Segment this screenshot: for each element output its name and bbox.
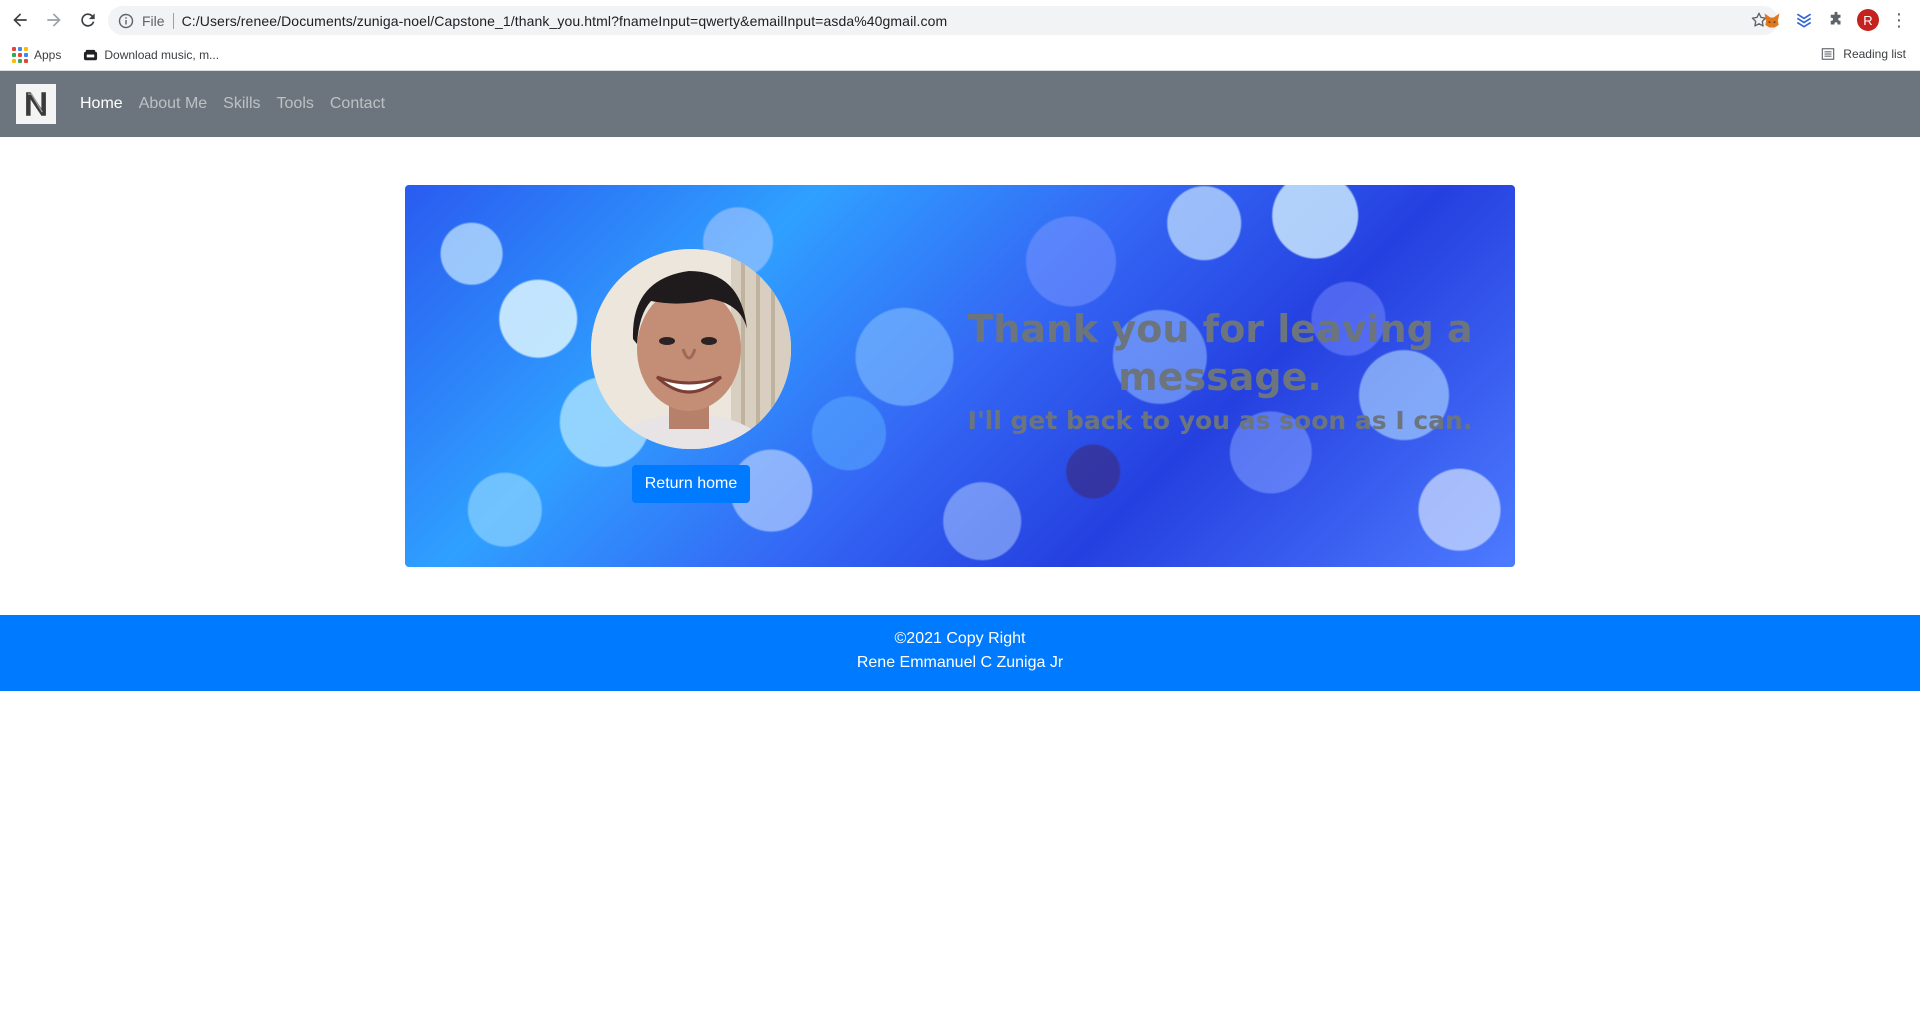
kebab-menu-icon[interactable]: ⋮: [1888, 10, 1910, 31]
nav-link-skills[interactable]: Skills: [223, 95, 260, 113]
brand-logo[interactable]: [16, 84, 56, 124]
bookmark-download-music[interactable]: Download music, m...: [83, 48, 219, 63]
info-icon[interactable]: [118, 13, 134, 29]
bookmarks-bar: Apps Download music, m... Reading list: [0, 40, 1920, 71]
hero-subtitle: I'll get back to you as soon as I can.: [967, 406, 1473, 435]
omnibox-divider: [172, 12, 174, 29]
bookmark-favicon: [84, 49, 98, 60]
arrow-left-icon: [13, 13, 27, 27]
profile-avatar[interactable]: R: [1856, 8, 1880, 32]
profile-initial: R: [1857, 9, 1879, 31]
person-portrait-icon: [591, 249, 791, 449]
forward-button[interactable]: [40, 6, 68, 34]
logo-N-icon: [26, 92, 46, 116]
extensions-area: R ⋮: [1760, 8, 1920, 32]
url-scheme-label: File: [142, 12, 165, 29]
footer-copyright: ©2021 Copy Right: [894, 630, 1026, 647]
reload-button[interactable]: [74, 6, 102, 34]
footer-author: Rene Emmanuel C Zuniga Jr: [856, 654, 1064, 671]
site-navbar: Home About Me Skills Tools Contact: [0, 71, 1920, 137]
nav-link-contact[interactable]: Contact: [330, 95, 385, 113]
reading-list-icon: [1822, 48, 1835, 60]
hero-title: Thank you for leaving a message.: [967, 307, 1473, 399]
puzzle-extensions-icon[interactable]: [1824, 8, 1848, 32]
bookmark-label: Apps: [34, 48, 62, 62]
reload-icon: [81, 13, 95, 27]
nav-links: Home About Me Skills Tools Contact: [80, 95, 401, 113]
nav-link-tools[interactable]: Tools: [277, 95, 314, 113]
fox-extension-icon[interactable]: [1760, 8, 1784, 32]
site-footer: ©2021 Copy Right Rene Emmanuel C Zuniga …: [0, 615, 1920, 691]
url-text[interactable]: C:/Users/renee/Documents/zuniga-noel/Cap…: [182, 13, 948, 29]
nav-link-home[interactable]: Home: [80, 95, 123, 113]
apps-grid-icon: [12, 47, 28, 63]
arrow-right-icon: [47, 13, 61, 27]
reading-list-button[interactable]: Reading list: [1821, 47, 1906, 61]
chevrons-extension-icon[interactable]: [1792, 8, 1816, 32]
hero-jumbotron: Return home Thank you for leaving a mess…: [405, 185, 1515, 567]
hero-text-block: Thank you for leaving a message. I'll ge…: [965, 305, 1475, 439]
address-bar[interactable]: File C:/Users/renee/Documents/zuniga-noe…: [108, 6, 1778, 35]
reading-list-label: Reading list: [1843, 47, 1906, 61]
profile-photo: [591, 249, 791, 449]
nav-link-about-me[interactable]: About Me: [139, 95, 207, 113]
back-button[interactable]: [6, 6, 34, 34]
bookmark-label: Download music, m...: [104, 48, 220, 62]
return-home-button[interactable]: Return home: [632, 465, 750, 503]
bookmark-apps[interactable]: Apps: [12, 47, 61, 63]
browser-toolbar: File C:/Users/renee/Documents/zuniga-noe…: [0, 0, 1920, 40]
